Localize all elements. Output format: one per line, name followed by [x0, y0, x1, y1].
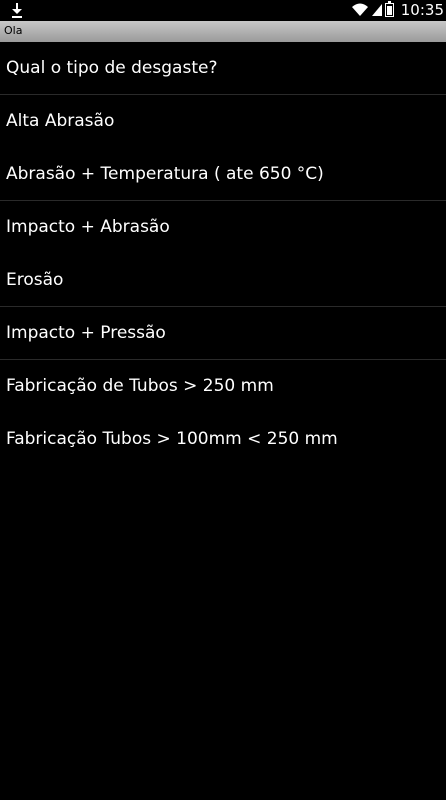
download-icon — [10, 2, 24, 18]
list-item-label: Fabricação Tubos > 100mm < 250 mm — [6, 429, 338, 449]
title-bar: Ola — [0, 21, 446, 42]
list-item-label: Impacto + Pressão — [6, 323, 166, 343]
signal-icon — [371, 1, 382, 20]
clock: 10:35 — [400, 1, 444, 19]
list-item[interactable]: Impacto + Abrasão — [0, 201, 446, 254]
options-list: Qual o tipo de desgaste? Alta Abrasão Ab… — [0, 42, 446, 466]
list-item[interactable]: Qual o tipo de desgaste? — [0, 42, 446, 95]
list-item-label: Alta Abrasão — [6, 111, 115, 131]
list-item[interactable]: Alta Abrasão — [0, 95, 446, 148]
list-item[interactable]: Fabricação de Tubos > 250 mm — [0, 360, 446, 413]
app-title: Ola — [4, 24, 23, 37]
wifi-icon — [351, 1, 369, 20]
battery-icon — [384, 0, 394, 21]
list-item[interactable]: Abrasão + Temperatura ( ate 650 °C) — [0, 148, 446, 201]
list-item-label: Fabricação de Tubos > 250 mm — [6, 376, 274, 396]
list-item-label: Erosão — [6, 270, 64, 290]
status-bar: 10:35 — [0, 0, 446, 21]
status-icons: 10:35 — [351, 0, 446, 21]
list-item[interactable]: Impacto + Pressão — [0, 307, 446, 360]
list-item-label: Impacto + Abrasão — [6, 217, 170, 237]
list-item-label: Abrasão + Temperatura ( ate 650 °C) — [6, 164, 324, 184]
list-item[interactable]: Erosão — [0, 254, 446, 307]
list-item-label: Qual o tipo de desgaste? — [6, 58, 218, 78]
list-item[interactable]: Fabricação Tubos > 100mm < 250 mm — [0, 413, 446, 466]
